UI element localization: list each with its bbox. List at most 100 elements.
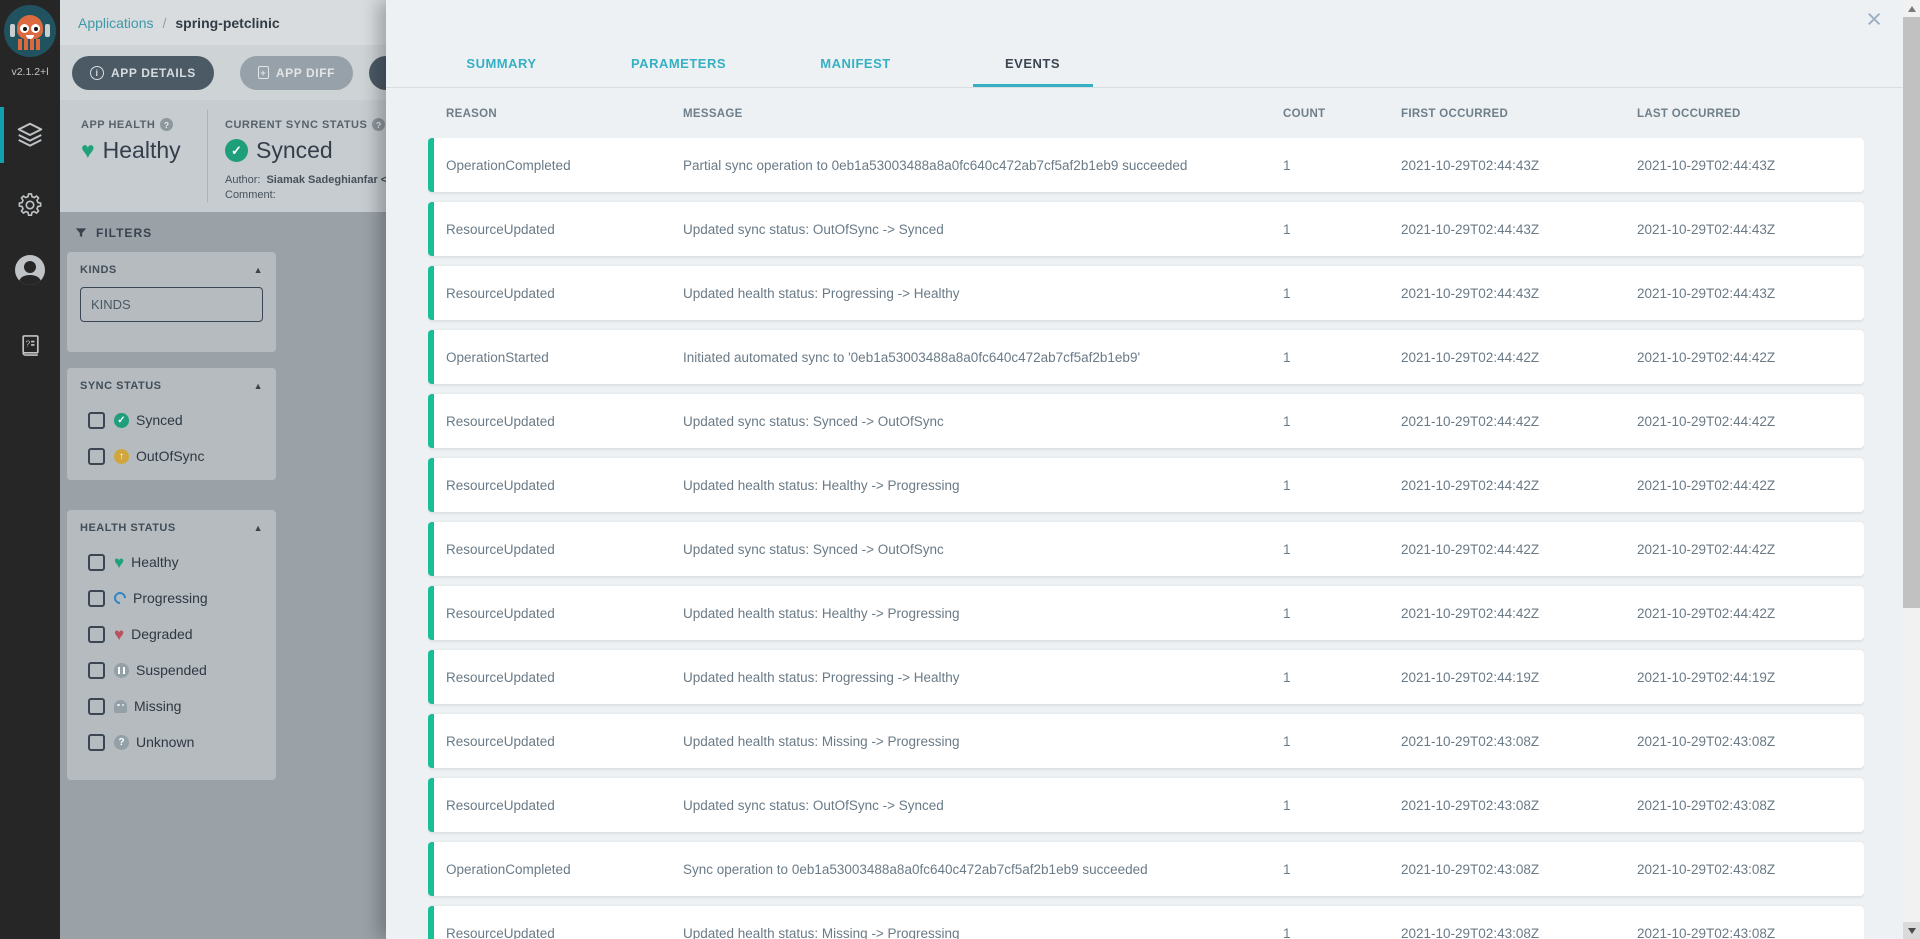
filter-option-label: Healthy [131,554,179,570]
sidebar-item-documentation[interactable]: ? [0,317,60,373]
info-icon: i [90,65,104,80]
event-reason: ResourceUpdated [446,733,555,749]
event-row: ResourceUpdated Updated health status: Mi… [428,906,1864,939]
event-first-occurred: 2021-10-29T02:44:42Z [1401,413,1540,429]
collapse-arrow-icon[interactable]: ▲ [254,523,263,533]
checkbox[interactable] [88,553,105,571]
event-row: OperationCompleted Sync operation to 0eb1… [428,842,1864,896]
filter-option-outofsync[interactable]: ↑ OutOfSync [67,438,276,474]
app-health-value: Healthy [102,137,181,163]
checkbox[interactable] [88,733,105,751]
arrow-up-circle-icon: ↑ [114,448,129,464]
event-message: Sync operation to 0eb1a53003488a8a0fc640… [683,861,1148,877]
kinds-input[interactable] [80,287,263,322]
sync-status-filter-title: SYNC STATUS [80,380,162,392]
event-last-occurred: 2021-10-29T02:44:42Z [1637,477,1776,493]
help-icon[interactable]: ? [160,118,174,131]
event-first-occurred: 2021-10-29T02:44:19Z [1401,669,1540,685]
event-row: ResourceUpdated Updated health status: Pr… [428,266,1864,320]
event-last-occurred: 2021-10-29T02:44:42Z [1637,349,1776,365]
sidebar-item-applications[interactable] [0,107,60,163]
argo-logo [4,5,56,57]
event-first-occurred: 2021-10-29T02:44:42Z [1401,477,1540,493]
filter-option-label: Synced [136,412,183,428]
event-count: 1 [1283,797,1291,813]
checkbox[interactable] [88,411,105,429]
filter-option-label: Missing [134,698,182,714]
app-diff-button[interactable]: + APP DIFF [239,55,354,90]
event-reason: OperationCompleted [446,157,571,173]
filter-option-suspended[interactable]: Suspended [67,652,276,688]
filter-option-degraded[interactable]: ♥ Degraded [67,616,276,652]
collapse-arrow-icon[interactable]: ▲ [254,381,263,391]
checkbox[interactable] [88,661,105,679]
event-first-occurred: 2021-10-29T02:44:42Z [1401,349,1540,365]
filters-title: FILTERS [96,226,153,240]
pause-circle-icon [114,662,129,678]
tab-events[interactable]: EVENTS [944,39,1121,87]
event-reason: ResourceUpdated [446,285,555,301]
spinner-circle-icon [111,589,129,607]
event-count: 1 [1283,605,1291,621]
app-health-label: APP HEALTH [81,118,156,131]
event-row: ResourceUpdated Updated health status: Pr… [428,650,1864,704]
app-details-button[interactable]: i APP DETAILS [72,55,214,90]
event-reason: OperationStarted [446,349,549,365]
event-message: Updated health status: Progressing -> He… [683,285,960,301]
filter-option-synced[interactable]: ✓ Synced [67,402,276,438]
healthy-heart-icon: ♥ [81,137,95,163]
event-first-occurred: 2021-10-29T02:43:08Z [1401,733,1540,749]
scrollbar-down-arrow[interactable] [1903,922,1920,939]
event-count: 1 [1283,541,1291,557]
sidebar-item-settings[interactable] [0,177,60,233]
event-count: 1 [1283,669,1291,685]
sync-status-block: CURRENT SYNC STATUS ? ✓ Synced Author: Si… [208,100,387,212]
scrollbar-up-arrow[interactable] [1903,0,1920,17]
scrollbar-thumb[interactable] [1903,17,1920,608]
svg-text:?: ? [25,338,30,348]
event-count: 1 [1283,349,1291,365]
sidebar-item-user[interactable] [0,242,60,298]
help-icon[interactable]: ? [372,118,386,131]
event-first-occurred: 2021-10-29T02:44:43Z [1401,221,1540,237]
filter-option-progressing[interactable]: Progressing [67,580,276,616]
column-header: MESSAGE [683,108,743,120]
filter-option-label: OutOfSync [136,448,205,464]
collapse-arrow-icon[interactable]: ▲ [254,265,263,275]
diff-file-icon: + [257,66,269,79]
checkbox[interactable] [88,589,105,607]
author-value: Siamak Sadeghianfar < [266,174,388,186]
column-header: FIRST OCCURRED [1401,108,1509,120]
filter-option-healthy[interactable]: ♥ Healthy [67,544,276,580]
event-message: Updated health status: Healthy -> Progre… [683,605,960,621]
event-first-occurred: 2021-10-29T02:43:08Z [1401,925,1540,939]
event-last-occurred: 2021-10-29T02:44:42Z [1637,413,1776,429]
event-message: Updated health status: Progressing -> He… [683,669,960,685]
event-reason: ResourceUpdated [446,477,555,493]
tab-parameters[interactable]: PARAMETERS [590,39,767,87]
filter-option-unknown[interactable]: ? Unknown [67,724,276,760]
event-count: 1 [1283,861,1291,877]
filter-option-label: Unknown [136,734,195,750]
checkbox[interactable] [88,697,105,715]
heart-icon: ♥ [114,552,125,572]
event-first-occurred: 2021-10-29T02:44:43Z [1401,285,1540,301]
event-count: 1 [1283,157,1291,173]
comment-label: Comment: [225,188,276,201]
version-label: v2.1.2+l [11,66,49,78]
event-first-occurred: 2021-10-29T02:43:08Z [1401,797,1540,813]
argocd-app-details-screen: v2.1.2+l ? Applications / spring-petclin… [0,0,1920,939]
tab-summary[interactable]: SUMMARY [413,39,590,87]
event-first-occurred: 2021-10-29T02:44:43Z [1401,157,1540,173]
event-last-occurred: 2021-10-29T02:44:43Z [1637,285,1776,301]
filter-option-missing[interactable]: Missing [67,688,276,724]
event-count: 1 [1283,733,1291,749]
tab-manifest[interactable]: MANIFEST [767,39,944,87]
breadcrumb-applications-link[interactable]: Applications [78,15,154,31]
column-header: REASON [446,108,498,120]
event-message: Initiated automated sync to '0eb1a530034… [683,349,1141,365]
checkbox[interactable] [88,447,105,465]
app-details-sliding-panel: × SUMMARY PARAMETERS MANIFEST EVENTS REASON… [386,0,1920,939]
event-row: ResourceUpdated Updated sync status: OutO… [428,202,1864,256]
checkbox[interactable] [88,625,105,643]
